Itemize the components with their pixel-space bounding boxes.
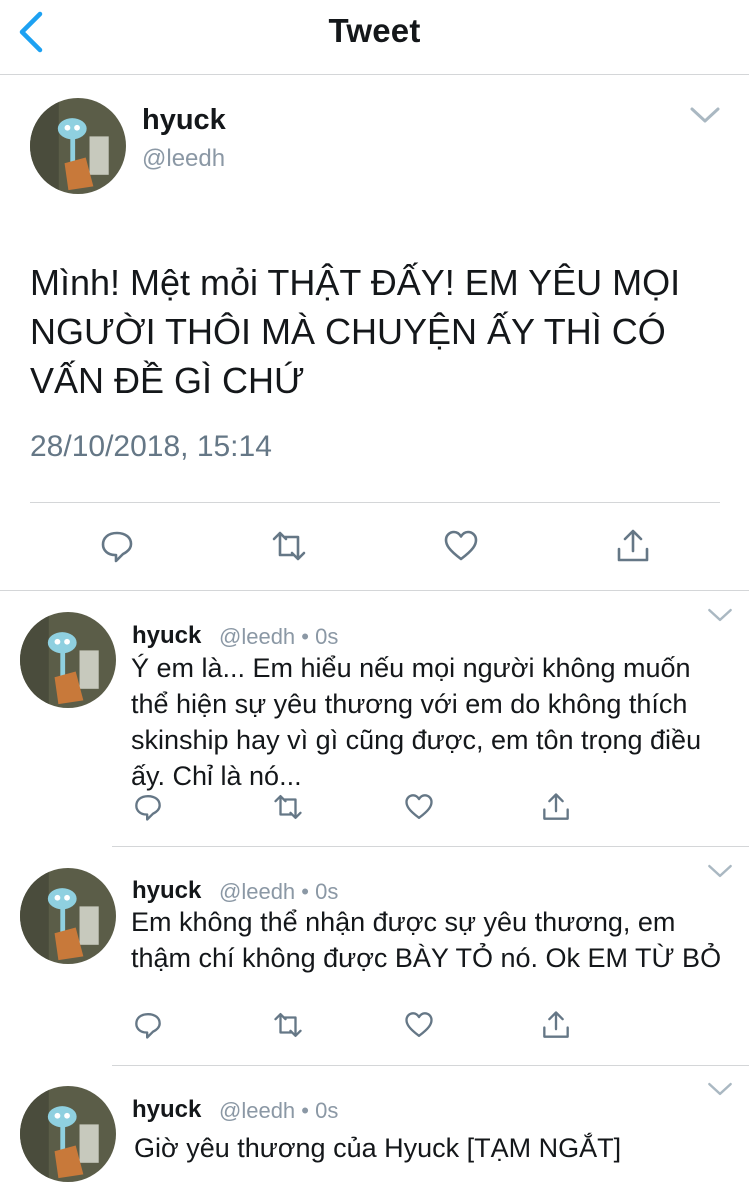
share-icon bbox=[543, 793, 569, 820]
like-button[interactable] bbox=[404, 1010, 434, 1040]
avatar-image bbox=[20, 612, 116, 708]
avatar[interactable] bbox=[30, 98, 126, 194]
reply-button[interactable] bbox=[133, 792, 163, 822]
reply-icon bbox=[135, 1013, 161, 1039]
avatar[interactable] bbox=[20, 868, 116, 964]
divider bbox=[112, 1065, 749, 1066]
retweet-button[interactable] bbox=[273, 792, 303, 822]
avatar-image bbox=[30, 98, 126, 194]
divider bbox=[0, 590, 749, 591]
author-handle[interactable]: @leedh bbox=[142, 145, 225, 173]
share-icon bbox=[617, 529, 649, 562]
reply-icon bbox=[135, 795, 161, 821]
reply-icon bbox=[101, 531, 133, 563]
top-bar: Tweet bbox=[0, 0, 749, 75]
like-icon bbox=[405, 1012, 433, 1037]
share-icon bbox=[543, 1011, 569, 1038]
page-title: Tweet bbox=[328, 12, 421, 49]
share-button[interactable] bbox=[541, 1010, 571, 1040]
tweet-timestamp: 28/10/2018, 15:14 bbox=[30, 430, 272, 463]
retweet-button[interactable] bbox=[271, 528, 307, 564]
retweet-icon bbox=[272, 531, 306, 561]
divider bbox=[112, 846, 749, 847]
divider bbox=[30, 502, 720, 503]
avatar-image bbox=[20, 868, 116, 964]
tweet-text: Giờ yêu thương của Hyuck [TẠM NGẮT] bbox=[134, 1133, 622, 1163]
retweet-icon bbox=[274, 1013, 302, 1037]
chevron-down-icon[interactable] bbox=[706, 862, 734, 880]
chevron-down-icon[interactable] bbox=[706, 606, 734, 624]
tweet-text: Em không thể nhận được sự yêu thương, em… bbox=[131, 907, 722, 973]
author-name[interactable]: hyuck bbox=[132, 877, 201, 905]
author-meta: @leedh • 0s bbox=[219, 879, 339, 904]
avatar-image bbox=[20, 1086, 116, 1182]
share-button[interactable] bbox=[541, 792, 571, 822]
author-name[interactable]: hyuck bbox=[132, 1096, 201, 1124]
reply-button[interactable] bbox=[99, 528, 135, 564]
author-name[interactable]: hyuck bbox=[132, 622, 201, 650]
chevron-down-icon[interactable] bbox=[706, 1080, 734, 1098]
avatar[interactable] bbox=[20, 1086, 116, 1182]
author-meta: @leedh • 0s bbox=[219, 1098, 339, 1123]
retweet-icon bbox=[274, 795, 302, 819]
chevron-down-icon[interactable] bbox=[688, 104, 722, 126]
retweet-button[interactable] bbox=[273, 1010, 303, 1040]
like-button[interactable] bbox=[404, 792, 434, 822]
tweet-text: Ý em là... Em hiểu nếu mọi người không m… bbox=[131, 653, 702, 791]
tweet-text: Mình! Mệt mỏi THẬT ĐẤY! EM YÊU MỌI NGƯỜI… bbox=[30, 262, 681, 401]
like-icon bbox=[444, 530, 478, 561]
like-icon bbox=[405, 794, 433, 819]
author-meta: @leedh • 0s bbox=[219, 624, 339, 649]
share-button[interactable] bbox=[615, 528, 651, 564]
reply-button[interactable] bbox=[133, 1010, 163, 1040]
like-button[interactable] bbox=[443, 528, 479, 564]
author-name[interactable]: hyuck bbox=[142, 104, 226, 137]
avatar[interactable] bbox=[20, 612, 116, 708]
